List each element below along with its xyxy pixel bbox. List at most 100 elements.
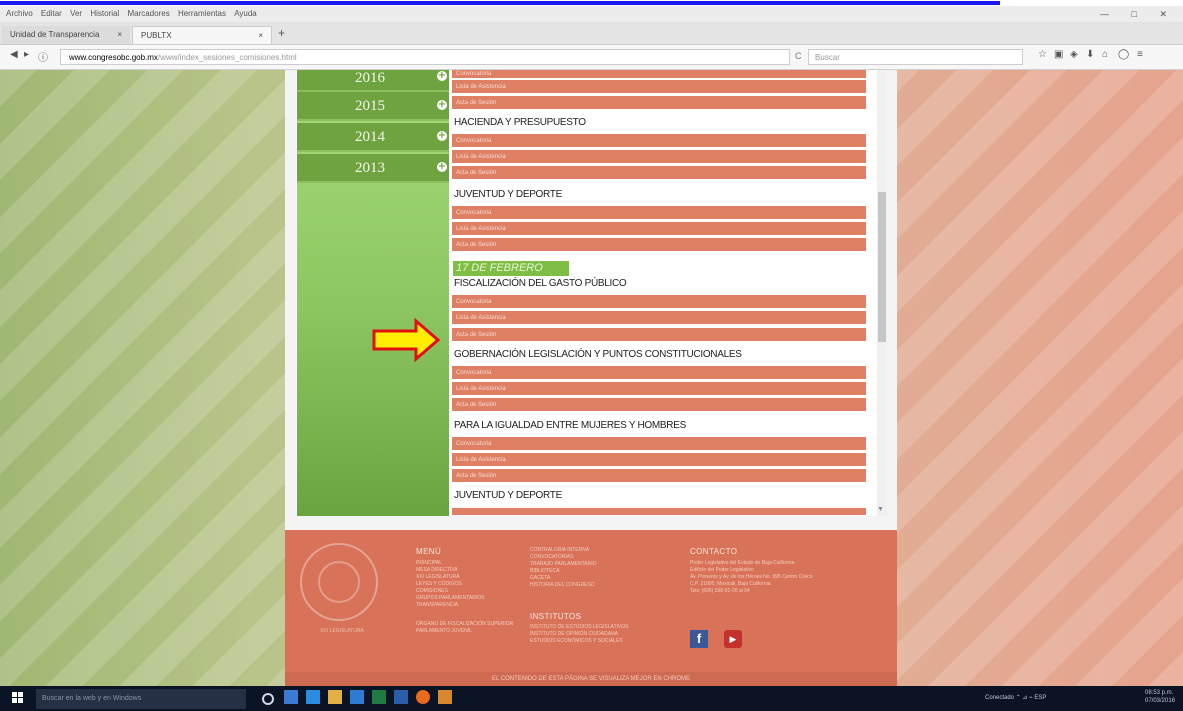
expand-icon[interactable]: + xyxy=(437,100,447,110)
link-acta-sesion[interactable]: Acta de Sesión xyxy=(452,328,866,342)
menu-editar[interactable]: Editar xyxy=(41,6,62,22)
star-icon[interactable]: ☆ xyxy=(1038,49,1047,60)
cortana-icon[interactable] xyxy=(262,693,274,705)
menu-marcadores[interactable]: Marcadores xyxy=(127,6,169,22)
menu-icon[interactable]: ≡ xyxy=(1137,49,1143,60)
footer-link[interactable]: ESTUDIOS ECONÓMICOS Y SOCIALES xyxy=(530,638,628,645)
committee-heading: JUVENTUD Y DEPORTE xyxy=(454,189,562,200)
youtube-icon[interactable]: ▶ xyxy=(724,630,742,648)
footer-link[interactable]: TRANSPARENCIA xyxy=(416,602,513,609)
footer-link[interactable]: GRUPOS PARLAMENTARIOS xyxy=(416,595,513,602)
year-2013[interactable]: 2013 + xyxy=(297,154,449,183)
info-icon[interactable]: ⓘ xyxy=(38,49,48,64)
new-tab-button[interactable]: + xyxy=(278,26,285,40)
clock-date: 07/03/2016 xyxy=(1145,698,1176,704)
footer-link[interactable]: ÓRGANO DE FISCALIZACIÓN SUPERIOR xyxy=(416,621,513,628)
clock[interactable]: 08:53 p.m. 07/03/2016 xyxy=(1145,689,1175,705)
link-lista-asistencia[interactable]: Lista de Asistencia xyxy=(452,382,866,396)
link-acta-sesion[interactable]: Acta de Sesión xyxy=(452,469,866,483)
footer-link[interactable]: CONTRALORÍA INTERNA xyxy=(530,547,597,554)
back-icon[interactable]: ◀ xyxy=(10,49,18,60)
reload-icon[interactable]: C xyxy=(795,51,802,61)
sync-icon[interactable]: ◯ xyxy=(1118,49,1129,60)
tab-transparencia[interactable]: Unidad de Transparencia × xyxy=(2,26,130,44)
reading-list-icon[interactable]: ▣ xyxy=(1054,49,1063,60)
close-icon[interactable]: × xyxy=(258,27,263,45)
url-domain: www.congresobc.gob.mx xyxy=(69,53,158,62)
tab-publtx[interactable]: PUBLTX × xyxy=(132,26,272,44)
link-lista-asistencia[interactable]: Lista de Asistencia xyxy=(452,453,866,467)
year-2015[interactable]: 2015 + xyxy=(297,92,449,121)
link-convocatoria[interactable]: Convocatoria xyxy=(452,206,866,220)
year-2014[interactable]: 2014 + xyxy=(297,123,449,152)
close-icon[interactable]: × xyxy=(117,26,122,44)
link-convocatoria[interactable]: Convocatoria xyxy=(452,366,866,380)
firefox-icon[interactable] xyxy=(416,690,430,704)
year-label: 2016 xyxy=(355,70,385,86)
footer-link[interactable]: LEYES Y CÓDIGOS xyxy=(416,581,513,588)
forward-icon[interactable]: ▸ xyxy=(24,49,29,60)
link-acta-sesion[interactable]: Acta de Sesión xyxy=(452,166,866,180)
clock-time: 08:53 p.m. xyxy=(1145,690,1174,696)
file-explorer-icon[interactable] xyxy=(328,690,342,704)
menu-historial[interactable]: Historial xyxy=(90,6,119,22)
word-icon[interactable] xyxy=(394,690,408,704)
download-icon[interactable]: ⬇ xyxy=(1086,49,1094,60)
expand-icon[interactable]: + xyxy=(437,131,447,141)
scrollbar-thumb[interactable] xyxy=(878,192,886,342)
footer-link[interactable]: HISTORIA DEL CONGRESO xyxy=(530,582,597,589)
menu-ayuda[interactable]: Ayuda xyxy=(234,6,257,22)
link-convocatoria[interactable]: Convocatoria xyxy=(452,134,866,148)
footer-link[interactable]: CONVOCATORIAS xyxy=(530,554,597,561)
taskbar-search-input[interactable]: Buscar en la web y en Windows xyxy=(36,689,246,709)
footer-link[interactable]: BIBLIOTECA xyxy=(530,568,597,575)
link-convocatoria[interactable]: Convocatoria xyxy=(452,70,866,79)
footer-link[interactable]: PARLAMENTO JUVENIL xyxy=(416,628,513,635)
link-lista-asistencia[interactable]: Lista de Asistencia xyxy=(452,80,866,94)
scroll-down-icon[interactable]: ▼ xyxy=(877,506,884,513)
menu-archivo[interactable]: Archivo xyxy=(6,6,33,22)
footer-link[interactable]: GACETA xyxy=(530,575,597,582)
footer-link[interactable]: PRINCIPAL xyxy=(416,560,513,567)
windows-start-icon[interactable] xyxy=(12,692,24,704)
committee-heading: FISCALIZACIÓN DEL GASTO PÚBLICO xyxy=(454,278,627,289)
home-icon[interactable]: ⌂ xyxy=(1102,49,1108,60)
year-2016[interactable]: 2016 + xyxy=(297,70,449,92)
system-tray[interactable]: Conectado ⌃ ⊿ ⌁ ESP xyxy=(985,694,1046,701)
facebook-icon[interactable]: f xyxy=(690,630,708,648)
footer-link[interactable]: INSTITUTO DE OPINIÓN CIUDADANA xyxy=(530,631,628,638)
window-controls[interactable]: — □ ✕ xyxy=(1100,6,1177,22)
link-lista-asistencia[interactable]: Lista de Asistencia xyxy=(452,311,866,325)
footer-link[interactable]: COMISIONES xyxy=(416,588,513,595)
date-badge: 17 DE FEBRERO xyxy=(453,261,569,276)
link-acta-sesion[interactable]: Acta de Sesión xyxy=(452,96,866,110)
expand-icon[interactable]: + xyxy=(437,162,447,172)
committee-heading: JUVENTUD Y DEPORTE xyxy=(454,490,562,501)
committee-heading: GOBERNACIÓN LEGISLACIÓN Y PUNTOS CONSTIT… xyxy=(454,349,742,360)
app-icon[interactable] xyxy=(438,690,452,704)
expand-icon[interactable]: + xyxy=(437,71,447,81)
link-convocatoria[interactable]: Convocatoria xyxy=(452,437,866,451)
link-acta-sesion[interactable]: Acta de Sesión xyxy=(452,238,866,252)
footer-link[interactable]: TRABAJO PARLAMENTARIO xyxy=(530,561,597,568)
link-convocatoria[interactable]: Convocatoria xyxy=(452,295,866,309)
link-lista-asistencia[interactable]: Lista de Asistencia xyxy=(452,222,866,236)
pointer-arrow-icon xyxy=(372,318,441,362)
menu-ver[interactable]: Ver xyxy=(70,6,82,22)
link-acta-sesion[interactable]: Acta de Sesión xyxy=(452,398,866,412)
url-bar[interactable]: www.congresobc.gob.mx/www/index_sesiones… xyxy=(60,49,790,65)
footer-contacto-list: Poder Legislativo del Estado de Baja Cal… xyxy=(690,560,812,595)
task-view-icon[interactable] xyxy=(284,690,298,704)
footer-link[interactable]: MESA DIRECTIVA xyxy=(416,567,513,574)
committee-heading: HACIENDA Y PRESUPUESTO xyxy=(454,117,586,128)
link-convocatoria[interactable] xyxy=(452,508,866,516)
footer-link[interactable]: INSTITUTO DE ESTUDIOS LEGISLATIVOS xyxy=(530,624,628,631)
excel-icon[interactable] xyxy=(372,690,386,704)
search-input[interactable]: Buscar xyxy=(808,49,1023,65)
edge-icon[interactable] xyxy=(306,690,320,704)
link-lista-asistencia[interactable]: Lista de Asistencia xyxy=(452,150,866,164)
footer-link[interactable]: XXI LEGISLATURA xyxy=(416,574,513,581)
menu-herramientas[interactable]: Herramientas xyxy=(178,6,226,22)
pocket-icon[interactable]: ◈ xyxy=(1070,49,1078,60)
store-icon[interactable] xyxy=(350,690,364,704)
